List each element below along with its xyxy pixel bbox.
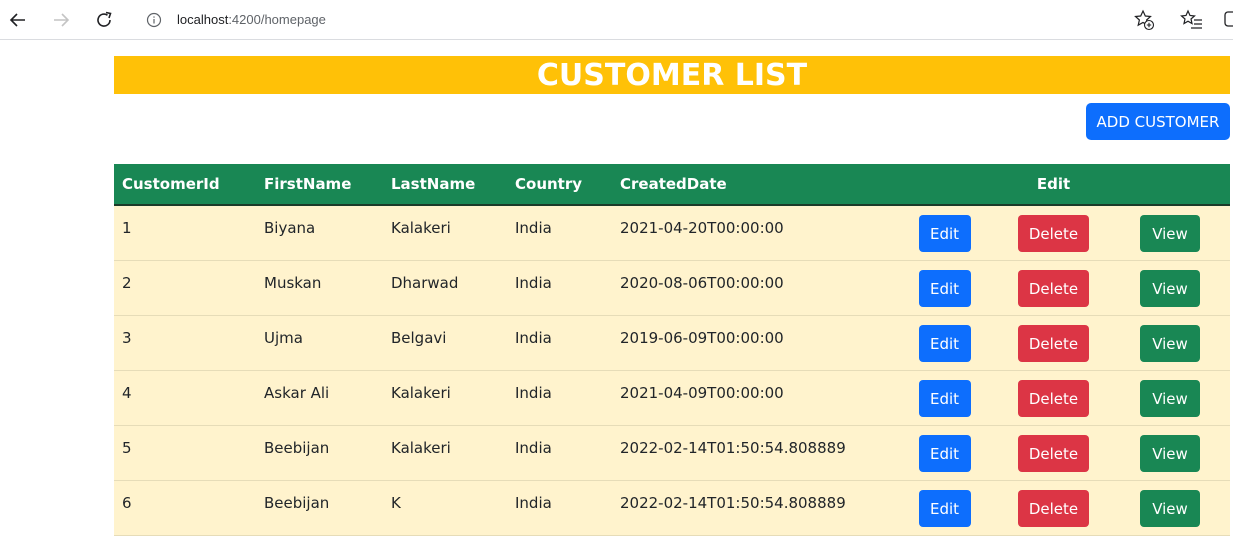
cell-first-name: Beebijan <box>256 425 383 481</box>
cell-first-name: Beebijan <box>256 480 383 536</box>
view-button[interactable]: View <box>1140 380 1200 417</box>
cell-first-name: Biyana <box>256 205 383 261</box>
cell-last-name: Dharwad <box>383 260 507 316</box>
table-header-row: CustomerId FirstName LastName Country Cr… <box>114 164 1230 206</box>
table-row: 1 Biyana Kalakeri India 2021-04-20T00:00… <box>114 205 1230 261</box>
cell-customer-id: 3 <box>114 315 256 371</box>
url-host: localhost <box>177 12 229 27</box>
cell-country: India <box>507 205 612 261</box>
cell-created-date: 2021-04-20T00:00:00 <box>612 205 892 261</box>
edit-button[interactable]: Edit <box>918 270 971 307</box>
cell-created-date: 2022-02-14T01:50:54.808889 <box>612 425 892 481</box>
favorite-star-add-icon[interactable] <box>1133 9 1155 31</box>
cell-first-name: Muskan <box>256 260 383 316</box>
url-text[interactable]: localhost:4200/homepage <box>177 12 326 27</box>
reload-button[interactable] <box>91 7 117 33</box>
info-icon[interactable] <box>146 12 162 28</box>
view-button[interactable]: View <box>1140 270 1200 307</box>
view-button[interactable]: View <box>1140 435 1200 472</box>
cell-first-name: Askar Ali <box>256 370 383 426</box>
delete-button[interactable]: Delete <box>1018 325 1089 362</box>
cell-first-name: Ujma <box>256 315 383 371</box>
table-row: 6 Beebijan K India 2022-02-14T01:50:54.8… <box>114 480 1230 536</box>
cell-last-name: Kalakeri <box>383 205 507 261</box>
cell-country: India <box>507 315 612 371</box>
cell-country: India <box>507 370 612 426</box>
url-path: :4200/homepage <box>228 12 326 27</box>
delete-button[interactable]: Delete <box>1018 435 1089 472</box>
view-button[interactable]: View <box>1140 490 1200 527</box>
delete-button[interactable]: Delete <box>1018 490 1089 527</box>
table-row: 3 Ujma Belgavi India 2019-06-09T00:00:00… <box>114 315 1230 371</box>
favorites-list-icon[interactable] <box>1180 8 1204 32</box>
cell-customer-id: 1 <box>114 205 256 261</box>
header-first-name: FirstName <box>256 164 383 206</box>
cell-country: India <box>507 425 612 481</box>
forward-arrow-icon <box>54 13 70 27</box>
customer-table: CustomerId FirstName LastName Country Cr… <box>114 164 1230 536</box>
delete-button[interactable]: Delete <box>1018 380 1089 417</box>
edit-button[interactable]: Edit <box>918 215 971 252</box>
cell-last-name: K <box>383 480 507 536</box>
header-blank <box>1110 164 1230 206</box>
browser-toolbar: localhost:4200/homepage <box>0 0 1233 40</box>
header-last-name: LastName <box>383 164 507 206</box>
collections-icon[interactable] <box>1222 8 1233 32</box>
table-row: 5 Beebijan Kalakeri India 2022-02-14T01:… <box>114 425 1230 481</box>
forward-button[interactable] <box>48 7 74 33</box>
cell-country: India <box>507 260 612 316</box>
view-button[interactable]: View <box>1140 325 1200 362</box>
edit-button[interactable]: Edit <box>918 380 971 417</box>
page-title: CUSTOMER LIST <box>114 56 1230 94</box>
add-customer-button[interactable]: ADD CUSTOMER <box>1086 103 1230 140</box>
cell-customer-id: 4 <box>114 370 256 426</box>
table-row: 2 Muskan Dharwad India 2020-08-06T00:00:… <box>114 260 1230 316</box>
back-button[interactable] <box>5 7 31 33</box>
cell-customer-id: 2 <box>114 260 256 316</box>
cell-last-name: Kalakeri <box>383 370 507 426</box>
header-created-date: CreatedDate <box>612 164 892 206</box>
reload-icon <box>97 11 112 27</box>
cell-customer-id: 5 <box>114 425 256 481</box>
delete-button[interactable]: Delete <box>1018 215 1089 252</box>
edit-button[interactable]: Edit <box>918 325 971 362</box>
cell-last-name: Belgavi <box>383 315 507 371</box>
cell-created-date: 2021-04-09T00:00:00 <box>612 370 892 426</box>
delete-button[interactable]: Delete <box>1018 270 1089 307</box>
cell-created-date: 2020-08-06T00:00:00 <box>612 260 892 316</box>
table-row: 4 Askar Ali Kalakeri India 2021-04-09T00… <box>114 370 1230 426</box>
cell-customer-id: 6 <box>114 480 256 536</box>
header-customer-id: CustomerId <box>114 164 256 206</box>
back-arrow-icon <box>9 13 25 27</box>
edit-button[interactable]: Edit <box>918 435 971 472</box>
cell-last-name: Kalakeri <box>383 425 507 481</box>
cell-country: India <box>507 480 612 536</box>
header-edit: Edit <box>997 164 1110 206</box>
header-blank <box>892 164 997 206</box>
edit-button[interactable]: Edit <box>918 490 971 527</box>
address-bar[interactable]: localhost:4200/homepage <box>133 4 1163 36</box>
header-country: Country <box>507 164 612 206</box>
cell-created-date: 2019-06-09T00:00:00 <box>612 315 892 371</box>
view-button[interactable]: View <box>1140 215 1200 252</box>
cell-created-date: 2022-02-14T01:50:54.808889 <box>612 480 892 536</box>
